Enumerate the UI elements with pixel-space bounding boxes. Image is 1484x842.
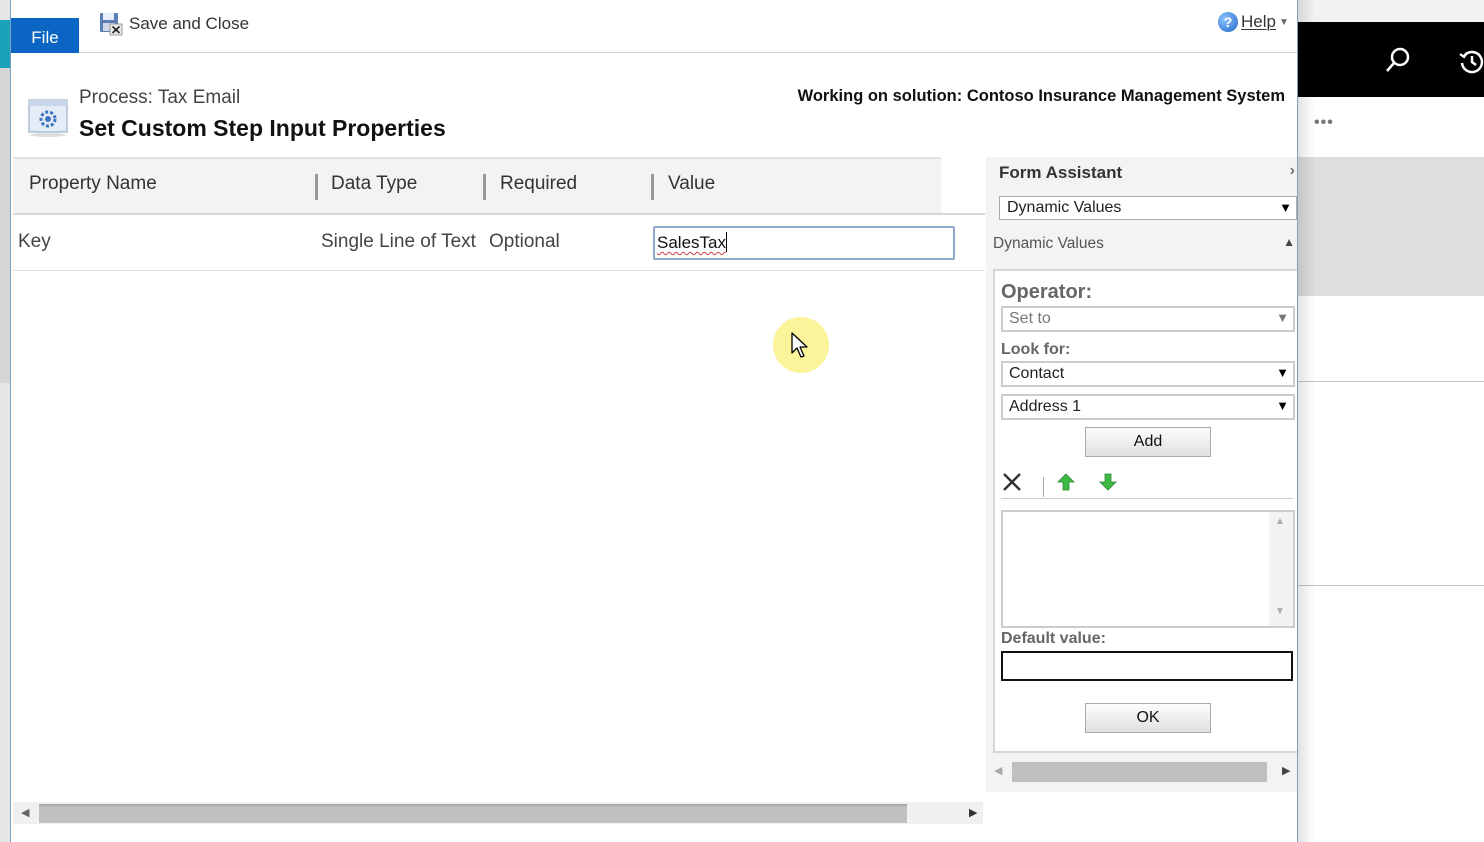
more-options-icon[interactable]: ••• (1314, 114, 1334, 132)
scroll-left-icon[interactable]: ◀ (21, 806, 29, 819)
dynamic-values-list[interactable]: ▲ ▼ (1001, 510, 1295, 628)
help-menu[interactable]: ? Help ▼ (1218, 12, 1289, 32)
section-title: Dynamic Values (993, 235, 1104, 252)
form-assistant-horizontal-scrollbar[interactable]: ◀ ▶ (986, 760, 1297, 782)
operator-select[interactable]: Set to ▼ (1001, 306, 1295, 332)
move-up-icon[interactable] (1057, 473, 1075, 496)
table-row: Key Single Line of Text Optional SalesTa… (13, 215, 985, 271)
ok-button[interactable]: OK (1085, 703, 1211, 733)
default-value-input[interactable] (1001, 651, 1293, 681)
custom-step-dialog: File Save and Close ? Help ▼ Process: Ta… (10, 0, 1298, 842)
collapse-section-icon[interactable]: ▲ (1283, 235, 1295, 249)
scrollbar-thumb[interactable] (39, 804, 907, 823)
scroll-up-icon[interactable]: ▲ (1275, 516, 1285, 527)
solution-label: Working on solution: Contoso Insurance M… (797, 87, 1285, 105)
divider (1298, 381, 1484, 382)
chevron-down-icon: ▼ (1276, 398, 1289, 413)
dynamic-values-section: Operator: Set to ▼ Look for: Contact ▼ A… (993, 269, 1297, 753)
look-for-field-value: Address 1 (1009, 398, 1082, 415)
chevron-down-icon: ▼ (1276, 365, 1289, 380)
add-button[interactable]: Add (1085, 427, 1211, 457)
divider (1298, 585, 1484, 586)
operator-label: Operator: (1001, 281, 1093, 303)
cell-property-name: Key (18, 231, 51, 252)
save-close-icon (99, 12, 123, 36)
delete-icon[interactable] (1001, 471, 1023, 498)
save-and-close-label: Save and Close (129, 14, 250, 33)
column-header-property-name[interactable]: Property Name (29, 173, 157, 195)
save-and-close-button[interactable]: Save and Close (99, 10, 249, 38)
operator-value: Set to (1009, 310, 1051, 327)
value-input[interactable]: SalesTax (653, 226, 955, 260)
search-icon[interactable] (1384, 46, 1412, 81)
background-app-section (1298, 157, 1484, 296)
process-name: Process: Tax Email (79, 87, 241, 108)
scroll-down-icon[interactable]: ▼ (1275, 606, 1285, 617)
column-separator[interactable] (315, 174, 318, 200)
column-header-value[interactable]: Value (668, 173, 715, 195)
form-assistant-title: Form Assistant (999, 163, 1123, 182)
look-for-field-select[interactable]: Address 1 ▼ (1001, 394, 1295, 420)
page-title: Set Custom Step Input Properties (79, 115, 446, 141)
scroll-left-icon[interactable]: ◀ (994, 764, 1002, 777)
cell-data-type: Single Line of Text (321, 231, 476, 252)
dialog-shadow (1297, 0, 1315, 842)
history-icon[interactable] (1458, 48, 1484, 83)
scrollbar-thumb[interactable] (1012, 762, 1267, 782)
column-header-data-type[interactable]: Data Type (331, 173, 417, 195)
file-tab[interactable]: File (11, 18, 79, 53)
move-down-icon[interactable] (1099, 473, 1117, 496)
help-icon: ? (1218, 12, 1238, 32)
scroll-right-icon[interactable]: ▶ (969, 806, 977, 819)
cell-required: Optional (489, 231, 560, 252)
value-input-text: SalesTax (657, 233, 726, 252)
form-assistant-mode-select[interactable]: Dynamic Values ▼ (999, 196, 1297, 220)
text-caret (725, 232, 727, 252)
column-separator[interactable] (651, 174, 654, 200)
background-app-titlebar (1298, 0, 1484, 22)
list-vertical-scrollbar[interactable]: ▲ ▼ (1269, 512, 1293, 626)
help-label: Help (1241, 12, 1276, 31)
background-app-navbar (1298, 22, 1484, 97)
background-app-panel (0, 68, 10, 383)
look-for-label: Look for: (1001, 341, 1071, 358)
grid-horizontal-scrollbar[interactable]: ◀ ▶ (13, 802, 983, 824)
chevron-right-icon[interactable]: › (1290, 162, 1295, 180)
look-for-entity-select[interactable]: Contact ▼ (1001, 361, 1295, 387)
column-separator[interactable] (483, 174, 486, 200)
grid-header: Property Name Data Type Required Value (13, 157, 941, 213)
chevron-down-icon: ▼ (1276, 310, 1289, 325)
mode-select-value: Dynamic Values (1007, 199, 1122, 216)
background-app-accent (0, 20, 10, 68)
default-value-label: Default value: (1001, 630, 1106, 647)
scroll-right-icon[interactable]: ▶ (1282, 764, 1290, 777)
ribbon: File Save and Close ? Help ▼ (11, 0, 1297, 53)
chevron-down-icon: ▼ (1278, 16, 1289, 28)
column-header-required[interactable]: Required (500, 173, 577, 195)
process-icon (27, 98, 69, 137)
mouse-cursor-icon (791, 332, 811, 360)
dynamic-values-toolbar (1001, 471, 1293, 499)
chevron-down-icon: ▼ (1279, 200, 1292, 215)
form-assistant-panel: Form Assistant › Dynamic Values ▼ Dynami… (986, 157, 1297, 792)
look-for-entity-value: Contact (1009, 365, 1065, 382)
toolbar-separator (1043, 477, 1044, 497)
